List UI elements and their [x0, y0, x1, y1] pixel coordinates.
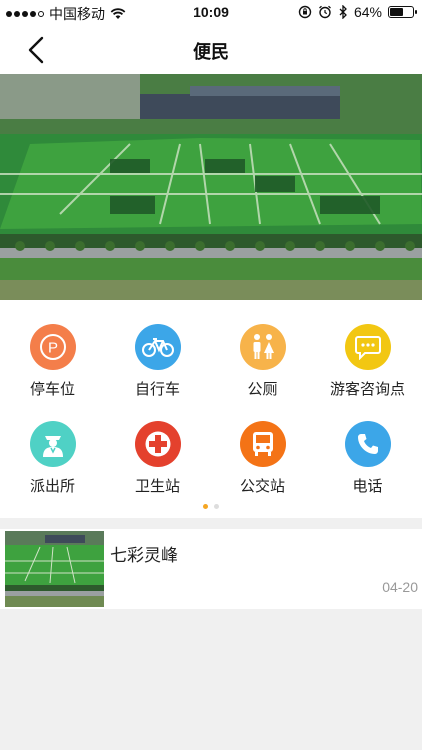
- service-label: 公厕: [247, 381, 278, 398]
- medical-cross-icon: [134, 421, 181, 467]
- service-label: 派出所: [29, 478, 75, 495]
- bluetooth-icon: [339, 5, 347, 19]
- rotation-lock-icon: [298, 5, 312, 19]
- navigation-bar: 便民: [0, 26, 422, 74]
- service-clinic[interactable]: 卫生站: [105, 421, 210, 501]
- bicycle-icon: [134, 324, 181, 370]
- battery-percent: 64%: [353, 4, 382, 20]
- service-bicycle[interactable]: 自行车: [105, 324, 210, 404]
- service-label: 游客咨询点: [329, 381, 405, 398]
- page-dot: [214, 504, 219, 509]
- service-label: 自行车: [134, 381, 180, 398]
- restroom-icon: [239, 324, 286, 370]
- service-visitor-center[interactable]: 游客咨询点: [315, 324, 420, 404]
- page-title: 便民: [193, 42, 229, 62]
- phone-icon: [344, 421, 391, 467]
- page-indicator: [0, 504, 422, 509]
- status-bar: 中国移动 10:09 64%: [0, 0, 422, 26]
- service-bus-stop[interactable]: 公交站: [210, 421, 315, 501]
- service-restroom[interactable]: 公厕: [210, 324, 315, 404]
- news-title: 七彩灵峰: [110, 546, 178, 565]
- chat-icon: [344, 324, 391, 370]
- service-police[interactable]: 派出所: [0, 421, 105, 501]
- service-label: 停车位: [29, 381, 75, 398]
- bus-icon: [239, 421, 286, 467]
- service-label: 公交站: [239, 478, 285, 495]
- parking-icon: P: [29, 324, 76, 370]
- services-panel: P 停车位 自行车 公厕 游客咨询点 派出所 卫生站 公交站 电话: [0, 300, 422, 518]
- page-dot-active: [203, 504, 208, 509]
- service-label: 卫生站: [134, 478, 180, 495]
- police-icon: [29, 421, 76, 467]
- news-thumbnail: [5, 531, 104, 607]
- battery-icon: [388, 6, 417, 18]
- banner-image[interactable]: [0, 74, 422, 300]
- service-label: 电话: [352, 478, 383, 495]
- alarm-icon: [319, 5, 331, 19]
- svg-text:P: P: [47, 340, 57, 357]
- list-item[interactable]: 七彩灵峰 04-20: [0, 529, 422, 609]
- service-parking[interactable]: P 停车位: [0, 324, 105, 404]
- battery-level: [390, 8, 404, 16]
- news-date: 04-20: [382, 579, 418, 595]
- service-phone[interactable]: 电话: [315, 421, 420, 501]
